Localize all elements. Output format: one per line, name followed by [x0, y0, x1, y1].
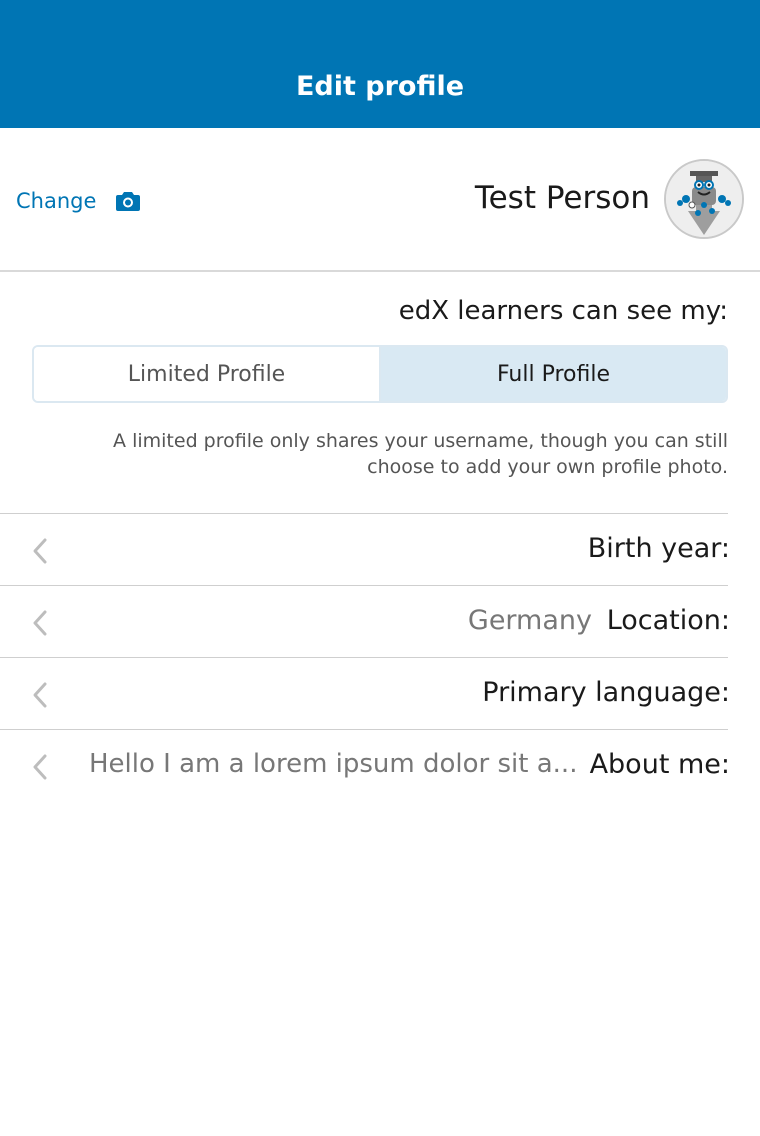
profile-header: Change Test Person	[0, 128, 760, 272]
field-label-location: Location:	[606, 605, 730, 636]
change-photo-label: Change	[16, 189, 97, 213]
visibility-label: edX learners can see my:	[398, 296, 728, 326]
chevron-left-icon	[30, 537, 50, 565]
field-value-about-me: Hello I am a lorem ipsum dolor sit a...	[89, 749, 578, 779]
camera-icon	[116, 191, 141, 211]
change-photo-button[interactable]: Change	[16, 184, 141, 218]
profile-avatar[interactable]	[664, 159, 744, 239]
limited-profile-segment[interactable]: Limited Profile	[34, 347, 381, 401]
page-title: Edit profile	[295, 71, 465, 102]
full-profile-segment[interactable]: Full Profile	[381, 347, 726, 401]
chevron-left-icon	[30, 609, 50, 637]
field-label-primary-language: Primary language:	[482, 677, 730, 708]
field-label-about-me: About me:	[589, 749, 730, 780]
field-label-birth-year: Birth year:	[587, 533, 730, 564]
profile-username: Test Person	[474, 180, 650, 216]
field-row-about-me[interactable]: Hello I am a lorem ipsum dolor sit a... …	[0, 729, 730, 801]
navigation-bar: Edit profile	[0, 0, 760, 128]
chevron-left-icon	[30, 681, 50, 709]
explanation-line-1: A limited profile only shares your usern…	[113, 430, 728, 452]
profile-field-list: Birth year: Germany Location: Primary la…	[0, 513, 760, 801]
chevron-left-icon	[30, 753, 50, 781]
profile-visibility-segmented-control[interactable]: Limited Profile Full Profile	[32, 345, 728, 403]
explanation-line-2: choose to add your own profile photo.	[367, 456, 728, 478]
field-row-primary-language[interactable]: Primary language:	[0, 657, 730, 729]
field-row-birth-year[interactable]: Birth year:	[0, 513, 730, 585]
field-row-location[interactable]: Germany Location:	[0, 585, 730, 657]
visibility-explanation: A limited profile only shares your usern…	[38, 428, 728, 480]
field-value-location: Germany	[467, 605, 592, 636]
